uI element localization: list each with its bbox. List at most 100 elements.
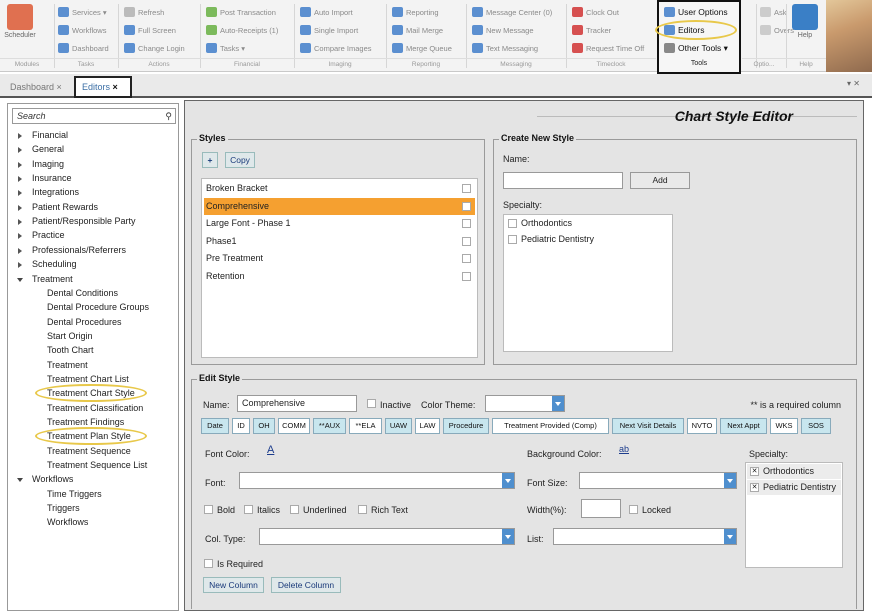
- search-input[interactable]: Search ⚲: [12, 108, 176, 124]
- style-list-item[interactable]: Phase1: [204, 233, 475, 250]
- search-icon[interactable]: ⚲: [165, 111, 172, 122]
- edit-pediatric-dentistry-checkbox[interactable]: ✕: [750, 483, 759, 492]
- tree-item[interactable]: Patient Rewards: [32, 202, 98, 212]
- style-checkbox[interactable]: [462, 219, 471, 229]
- list-select[interactable]: [553, 528, 737, 545]
- column-button[interactable]: Next Appt: [720, 418, 767, 434]
- tab-editors[interactable]: Editors ×: [74, 76, 132, 98]
- tree-item[interactable]: Treatment: [32, 274, 73, 284]
- color-theme-select[interactable]: [485, 395, 565, 412]
- style-checkbox[interactable]: [462, 254, 471, 264]
- workflows-button[interactable]: Workflows: [58, 23, 106, 37]
- refresh-button[interactable]: Refresh: [124, 5, 164, 19]
- collapsed-arrow-icon[interactable]: [18, 176, 22, 183]
- tree-item[interactable]: Integrations: [32, 187, 79, 197]
- tree-child-item[interactable]: Treatment: [47, 360, 88, 370]
- tree-child-item[interactable]: Treatment Classification: [47, 403, 143, 413]
- column-button[interactable]: LAW: [415, 418, 440, 434]
- tree-child-item[interactable]: Treatment Sequence: [47, 446, 131, 456]
- column-button[interactable]: OH: [253, 418, 275, 434]
- tree-child-item[interactable]: Dental Procedures: [47, 317, 122, 327]
- edit-orthodontics-checkbox[interactable]: ✕: [750, 467, 759, 476]
- column-button[interactable]: **ELA: [349, 418, 382, 434]
- font-select[interactable]: [239, 472, 515, 489]
- column-button[interactable]: NVTO: [687, 418, 717, 434]
- tree-item[interactable]: Workflows: [32, 474, 73, 484]
- post-transaction-button[interactable]: Post Transaction: [206, 5, 276, 19]
- message-center-button[interactable]: Message Center (0): [472, 5, 552, 19]
- auto-receipts-button[interactable]: Auto-Receipts (1): [206, 23, 278, 37]
- tree-item[interactable]: Financial: [32, 130, 68, 140]
- tree-item[interactable]: Practice: [32, 230, 65, 240]
- new-style-name-input[interactable]: [503, 172, 623, 189]
- collapsed-arrow-icon[interactable]: [18, 262, 22, 269]
- reporting-button[interactable]: Reporting: [392, 5, 439, 19]
- tree-child-item[interactable]: Treatment Findings: [47, 417, 124, 427]
- collapsed-arrow-icon[interactable]: [18, 204, 22, 211]
- column-button[interactable]: WKS: [770, 418, 798, 434]
- expanded-arrow-icon[interactable]: [17, 277, 23, 282]
- locked-checkbox[interactable]: [629, 505, 638, 514]
- col-type-select[interactable]: [259, 528, 515, 545]
- column-button[interactable]: UAW: [385, 418, 412, 434]
- tab-dashboard[interactable]: Dashboard ×: [4, 78, 68, 97]
- close-icon[interactable]: ×: [57, 82, 62, 92]
- collapsed-arrow-icon[interactable]: [18, 219, 22, 226]
- help-button[interactable]: Help: [790, 4, 820, 39]
- tree-child-item[interactable]: Start Origin: [47, 331, 93, 341]
- auto-import-button[interactable]: Auto Import: [300, 5, 353, 19]
- style-checkbox[interactable]: [462, 272, 471, 281]
- tree-child-item[interactable]: Time Triggers: [47, 489, 102, 499]
- style-list-item[interactable]: Broken Bracket: [204, 180, 475, 197]
- collapsed-arrow-icon[interactable]: [18, 247, 22, 254]
- column-button[interactable]: **AUX: [313, 418, 346, 434]
- background-color-icon[interactable]: ab: [619, 444, 629, 454]
- column-button[interactable]: Treatment Provided (Comp): [492, 418, 609, 434]
- style-list-item[interactable]: Retention: [204, 268, 475, 285]
- tree-child-item[interactable]: Dental Procedure Groups: [47, 302, 149, 312]
- clock-out-button[interactable]: Clock Out: [572, 5, 619, 19]
- style-checkbox[interactable]: [462, 236, 471, 246]
- style-list-item[interactable]: Pre Treatment: [204, 250, 475, 267]
- new-message-button[interactable]: New Message: [472, 23, 534, 37]
- add-button[interactable]: Add: [630, 172, 690, 189]
- edit-name-input[interactable]: Comprehensive: [237, 395, 357, 412]
- single-import-button[interactable]: Single Import: [300, 23, 358, 37]
- copy-button[interactable]: Copy: [225, 152, 255, 168]
- is-required-checkbox[interactable]: [204, 559, 213, 568]
- collapsed-arrow-icon[interactable]: [18, 133, 22, 139]
- tree-item[interactable]: Patient/Responsible Party: [32, 216, 136, 226]
- tab-menu-icon[interactable]: ▾ ✕: [847, 79, 860, 88]
- column-button[interactable]: ID: [232, 418, 250, 434]
- font-color-icon[interactable]: A: [267, 444, 274, 456]
- collapsed-arrow-icon[interactable]: [18, 233, 22, 240]
- scheduler-button[interactable]: Scheduler: [3, 4, 37, 39]
- ask-button[interactable]: Ask: [760, 5, 787, 19]
- column-button[interactable]: Next Visit Details: [612, 418, 684, 434]
- tree-item[interactable]: Insurance: [32, 173, 72, 183]
- style-list-item[interactable]: Comprehensive: [204, 197, 475, 215]
- change-login-button[interactable]: Change Login: [124, 41, 185, 55]
- column-button[interactable]: SOS: [801, 418, 831, 434]
- tree-item[interactable]: Scheduling: [32, 259, 77, 269]
- services-button[interactable]: Services ▾: [58, 5, 107, 19]
- style-checkbox[interactable]: [462, 201, 471, 211]
- expanded-arrow-icon[interactable]: [17, 478, 23, 483]
- pediatric-dentistry-checkbox[interactable]: [508, 235, 517, 244]
- delete-column-button[interactable]: Delete Column: [271, 577, 341, 593]
- italics-checkbox[interactable]: [244, 505, 253, 514]
- tree-child-item[interactable]: Triggers: [47, 503, 80, 513]
- dashboard-button[interactable]: Dashboard: [58, 41, 109, 55]
- collapsed-arrow-icon[interactable]: [18, 161, 22, 168]
- tree-child-item[interactable]: Tooth Chart: [47, 345, 94, 355]
- overs-button[interactable]: Overs: [760, 23, 794, 37]
- tree-item[interactable]: Professionals/Referrers: [32, 245, 126, 255]
- tree-child-item[interactable]: Treatment Chart List: [47, 374, 129, 384]
- orthodontics-checkbox[interactable]: [508, 219, 517, 228]
- other-tools-button[interactable]: Other Tools ▾: [664, 41, 728, 55]
- style-list-item[interactable]: Large Font - Phase 1: [204, 215, 475, 232]
- tree-child-item[interactable]: Treatment Sequence List: [47, 460, 147, 470]
- request-time-off-button[interactable]: Request Time Off: [572, 41, 644, 55]
- add-style-button[interactable]: +: [202, 152, 218, 168]
- underlined-checkbox[interactable]: [290, 505, 299, 514]
